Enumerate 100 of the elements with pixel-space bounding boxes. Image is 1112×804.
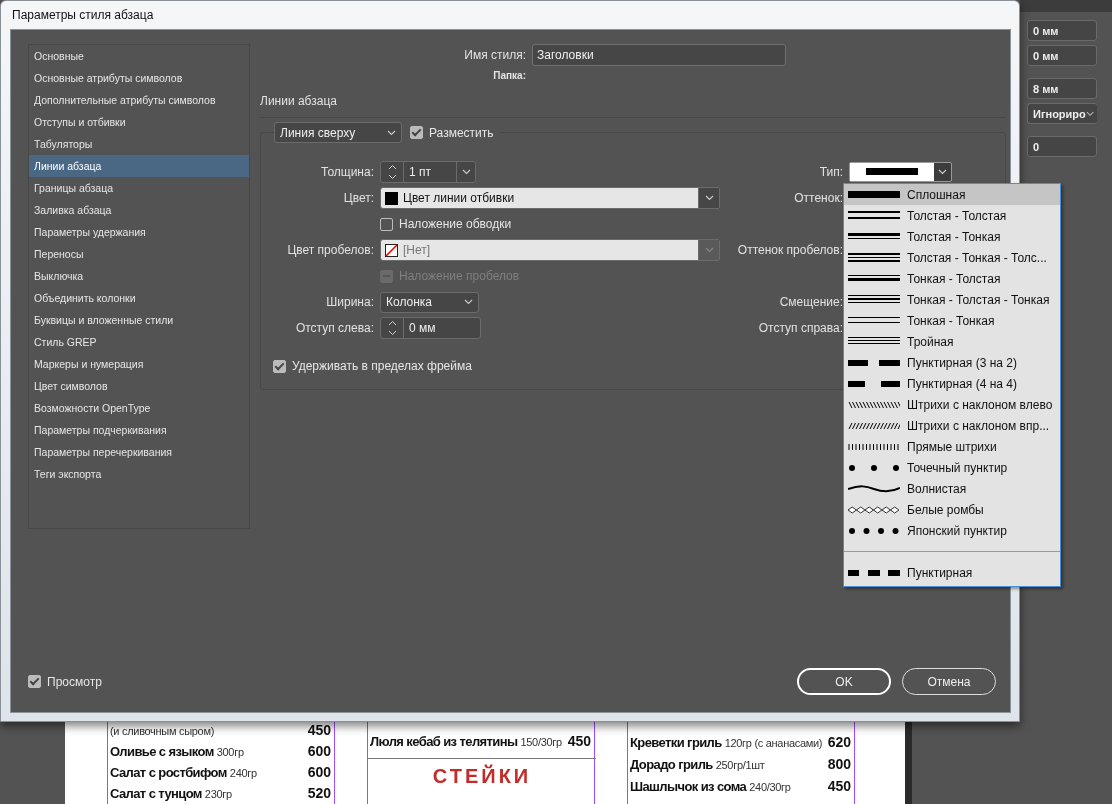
line-style-icon: [848, 482, 900, 495]
field-label: Оттенок пробелов:: [736, 242, 843, 259]
menu-item[interactable]: Тонкая - Толстая - Тонкая: [844, 289, 1060, 310]
category-item[interactable]: Буквицы и вложенные стили: [29, 309, 249, 331]
field-label: Оттенок:: [793, 190, 843, 207]
checkbox[interactable]: [273, 359, 286, 373]
category-item[interactable]: Границы абзаца: [29, 177, 249, 199]
checkbox[interactable]: [380, 217, 393, 231]
line-style-icon: [866, 166, 918, 178]
dish-name: Шашлычок из сома: [630, 779, 747, 794]
menu-item[interactable]: Пунктирная (4 на 4): [844, 373, 1060, 394]
dish-detail: 230гр: [204, 788, 232, 800]
dialog-button[interactable]: OK: [797, 668, 891, 695]
category-item[interactable]: Цвет символов: [29, 375, 249, 397]
menu-item[interactable]: Сплошная: [844, 184, 1060, 205]
category-item[interactable]: Параметры удержания: [29, 221, 249, 243]
category-item[interactable]: Маркеры и нумерация: [29, 353, 249, 375]
input-field[interactable]: 0 мм: [1027, 45, 1097, 66]
menu-item[interactable]: Точечный пунктир: [844, 457, 1060, 478]
checkbox[interactable]: [28, 675, 41, 688]
menu-item[interactable]: Белые ромбы: [844, 499, 1060, 520]
dropdown[interactable]: Игнориро: [1027, 103, 1097, 124]
menu-item[interactable]: Тройная: [844, 331, 1060, 352]
line-style-icon: [848, 293, 900, 306]
field-label: Толщина:: [320, 164, 374, 181]
category-item[interactable]: Выключка: [29, 265, 249, 287]
checkbox[interactable]: [410, 126, 423, 139]
category-item[interactable]: Возможности OpenType: [29, 397, 249, 419]
category-item[interactable]: Параметры перечеркивания: [29, 441, 249, 463]
spinner-field[interactable]: 1 пт: [380, 161, 476, 183]
dish-detail: 150/30гр: [520, 736, 562, 748]
field-label: Имя стиля:: [463, 48, 526, 62]
section-title: Линии абзаца: [260, 94, 337, 108]
input-field[interactable]: 0: [1027, 136, 1097, 157]
dish-detail: 240/30гр: [749, 781, 791, 793]
category-item[interactable]: Теги экспорта: [29, 463, 249, 485]
menu-item[interactable]: Тонкая - Тонкая: [844, 310, 1060, 331]
dish-price: 450: [307, 722, 332, 738]
checkbox-label: Просмотр: [47, 674, 102, 689]
dish-detail: 300гр: [216, 746, 244, 758]
chevron-down-icon: [704, 247, 714, 253]
category-item[interactable]: Дополнительные атрибуты символов: [29, 89, 249, 111]
window-title: Параметры стиля абзаца: [12, 8, 154, 22]
field-label: Отступ слева:: [294, 320, 374, 337]
menu-item[interactable]: Штрихи с наклоном влево: [844, 394, 1060, 415]
input-field[interactable]: 8 мм: [1027, 78, 1097, 99]
dish-price: 450: [567, 733, 592, 749]
rule-dropdown[interactable]: Линия сверху: [274, 122, 402, 143]
dropdown[interactable]: Колонка: [380, 291, 479, 313]
menu-item[interactable]: Пунктирная: [844, 562, 1060, 583]
dish-price: 600: [307, 743, 332, 759]
dish-price: 620: [827, 734, 852, 750]
dish-detail: 240гр: [229, 767, 257, 779]
input-field[interactable]: 0 мм: [1027, 20, 1097, 41]
line-style-icon: [848, 188, 900, 201]
color-dropdown[interactable]: Цвет линии отбивки: [380, 187, 720, 209]
category-item[interactable]: Основные: [29, 45, 249, 67]
category-item[interactable]: Отступы и отбивки: [29, 111, 249, 133]
menu-heading: СТЕЙКИ: [432, 765, 532, 787]
dish-detail: 250гр/1шт: [715, 759, 765, 771]
chevron-down-icon: [938, 169, 947, 175]
dish-name: Креветки гриль: [630, 735, 722, 750]
dish-detail: 120гр (с ананасами): [724, 737, 823, 749]
category-item[interactable]: Переносы: [29, 243, 249, 265]
category-item[interactable]: Стиль GREP: [29, 331, 249, 353]
field-label: Ширина:: [325, 294, 374, 311]
checkbox-label: Наложение обводки: [399, 217, 512, 231]
menu-item[interactable]: Японский пунктир: [844, 520, 1060, 541]
dish-name: Люля кебаб из телятины: [370, 734, 518, 749]
menu-item[interactable]: Толстая - Тонкая - Толс...: [844, 247, 1060, 268]
checkbox-label: Удерживать в пределах фрейма: [292, 359, 472, 373]
dish-name: Салат с ростбифом: [110, 765, 227, 780]
menu-item[interactable]: Пунктирная (3 на 2): [844, 352, 1060, 373]
category-item[interactable]: Основные атрибуты символов: [29, 67, 249, 89]
menu-item[interactable]: Прямые штрихи: [844, 436, 1060, 457]
spinner-arrows-icon: [387, 320, 397, 336]
category-item[interactable]: Заливка абзаца: [29, 199, 249, 221]
menu-item[interactable]: Толстая - Тонкая: [844, 226, 1060, 247]
chevron-down-icon: [704, 195, 714, 201]
dish-price: 800: [827, 756, 852, 772]
chevron-down-icon: [461, 169, 471, 175]
menu-item[interactable]: Штрихи с наклоном впр...: [844, 415, 1060, 436]
style-name-field[interactable]: Заголовки: [532, 44, 786, 66]
chevron-down-icon: [387, 129, 396, 136]
dish-detail: (и сливочным сыром): [110, 725, 215, 737]
spinner-field[interactable]: 0 мм: [380, 317, 481, 339]
category-item[interactable]: Объединить колонки: [29, 287, 249, 309]
spinner-arrows-icon: [387, 164, 397, 180]
field-label: Смещение:: [778, 294, 843, 311]
line-type-select[interactable]: [849, 162, 952, 182]
line-style-icon: [848, 251, 900, 264]
chevron-down-icon: [464, 299, 473, 305]
category-item[interactable]: Табуляторы: [29, 133, 249, 155]
category-item[interactable]: Параметры подчеркивания: [29, 419, 249, 441]
line-style-icon: [848, 209, 900, 222]
menu-item[interactable]: Волнистая: [844, 478, 1060, 499]
field-label: Цвет:: [342, 190, 374, 207]
menu-item[interactable]: Тонкая - Толстая: [844, 268, 1060, 289]
menu-item[interactable]: Толстая - Толстая: [844, 205, 1060, 226]
category-item[interactable]: Линии абзаца: [29, 155, 249, 177]
